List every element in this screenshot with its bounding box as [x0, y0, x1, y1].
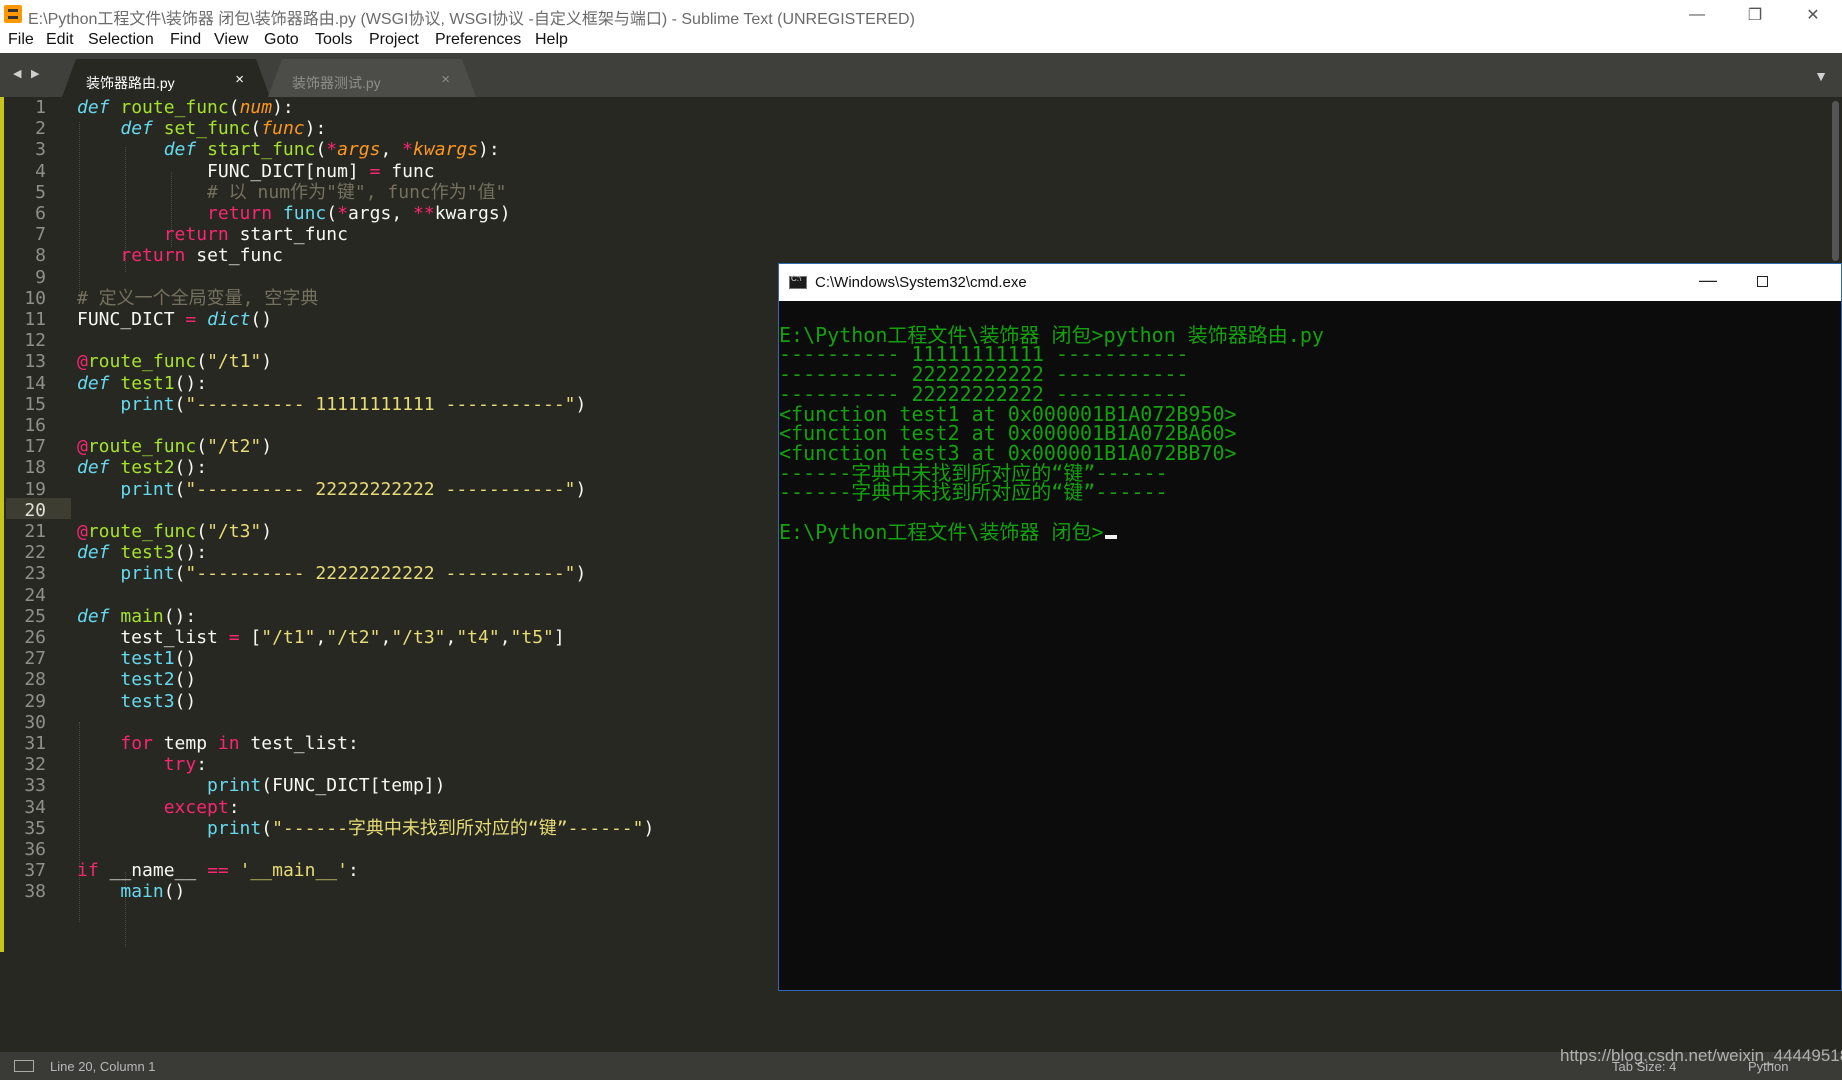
- tab-decorator-test[interactable]: 装饰器测试.py ×: [268, 59, 476, 97]
- tab-decorator-route[interactable]: 装饰器路由.py ×: [62, 59, 270, 97]
- cmd-line: E:\Python工程文件\装饰器 闭包>: [779, 520, 1117, 544]
- menu-preferences[interactable]: Preferences: [435, 31, 521, 49]
- menu-goto[interactable]: Goto: [264, 31, 299, 49]
- title-bar: E:\Python工程文件\装饰器 闭包\装饰器路由.py (WSGI协议, W…: [0, 0, 1842, 29]
- cmd-line: ------字典中未找到所对应的“键”------: [779, 480, 1168, 505]
- scrollbar-thumb[interactable]: [1832, 101, 1839, 261]
- code-line: test3(): [120, 690, 197, 712]
- menu-file[interactable]: File: [8, 31, 34, 49]
- line-number: 38: [24, 881, 46, 903]
- sublime-logo-icon: [4, 5, 22, 23]
- panel-toggle-icon[interactable]: [14, 1060, 34, 1072]
- cmd-title: C:\Windows\System32\cmd.exe: [815, 274, 1027, 291]
- nav-right-icon[interactable]: ▶: [31, 67, 39, 80]
- cursor-position: Line 20, Column 1: [50, 1059, 156, 1074]
- window-title: E:\Python工程文件\装饰器 闭包\装饰器路由.py (WSGI协议, W…: [28, 11, 915, 28]
- cmd-window[interactable]: C:\Windows\System32\cmd.exe — E:\Python工…: [778, 263, 1842, 991]
- watermark: https://blog.csdn.net/weixin_44449518: [1560, 1046, 1842, 1065]
- menu-view[interactable]: View: [214, 31, 248, 49]
- tab-close-icon[interactable]: ×: [441, 71, 450, 88]
- cmd-minimize-button[interactable]: —: [1699, 270, 1717, 291]
- menu-help[interactable]: Help: [535, 31, 568, 49]
- menu-tools[interactable]: Tools: [315, 31, 352, 49]
- code-line: main(): [120, 881, 186, 903]
- cmd-app-icon: [789, 274, 807, 289]
- close-button[interactable]: ✕: [1784, 0, 1842, 29]
- code-line: print("---------- 22222222222 ----------…: [120, 563, 587, 585]
- restore-button[interactable]: ❐: [1726, 0, 1784, 29]
- code-line: print("---------- 22222222222 ----------…: [120, 478, 587, 500]
- nav-left-icon[interactable]: ◀: [13, 67, 21, 80]
- tab-label: 装饰器路由.py: [86, 75, 175, 91]
- cmd-maximize-button[interactable]: [1757, 276, 1768, 287]
- tab-overflow-icon[interactable]: ▼: [1814, 68, 1828, 84]
- minimize-button[interactable]: —: [1668, 0, 1726, 29]
- cmd-output[interactable]: E:\Python工程文件\装饰器 闭包>python 装饰器路由.py ----…: [779, 301, 1841, 991]
- code-line: print("---------- 11111111111 ----------…: [120, 393, 587, 415]
- code-line: print("------字典中未找到所对应的“键”------"): [207, 817, 655, 839]
- tab-bar: ◀ ▶ 装饰器路由.py × 装饰器测试.py × ▼: [0, 53, 1842, 97]
- tab-label: 装饰器测试.py: [292, 75, 381, 91]
- menu-bar: File Edit Selection Find View Goto Tools…: [0, 29, 1842, 53]
- tab-close-icon[interactable]: ×: [235, 71, 244, 88]
- menu-project[interactable]: Project: [369, 31, 419, 49]
- menu-edit[interactable]: Edit: [46, 31, 74, 49]
- line-number-gutter: 1 2 3 4 5 6 7 8 9 10 11 12 13 14 15 16 17 18 19 20 21 22 23 24 2…: [0, 97, 60, 1052]
- code-line: FUNC_DICT = dict(): [77, 309, 273, 330]
- cmd-cursor: [1104, 534, 1117, 539]
- code-line: return set_func: [120, 245, 283, 267]
- menu-selection[interactable]: Selection: [88, 31, 154, 49]
- cmd-title-bar[interactable]: C:\Windows\System32\cmd.exe —: [779, 264, 1841, 301]
- menu-find[interactable]: Find: [170, 31, 201, 49]
